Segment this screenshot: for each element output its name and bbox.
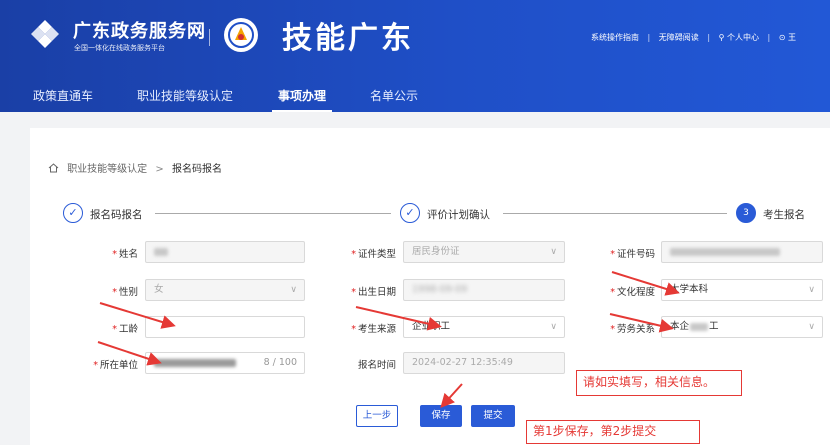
main-nav: 政策直通车 职业技能等级认定 事项办理 名单公示 bbox=[0, 78, 830, 112]
prev-step-button[interactable]: 上一步 bbox=[356, 405, 398, 427]
home-icon[interactable] bbox=[48, 163, 59, 173]
id-type-select[interactable]: 居民身份证 ∨ bbox=[403, 241, 565, 263]
step-label: 考生报名 bbox=[763, 209, 805, 221]
breadcrumb-current: 报名码报名 bbox=[171, 164, 222, 175]
step-label: 报名码报名 bbox=[90, 209, 143, 221]
char-counter: 8 / 100 bbox=[263, 357, 297, 368]
submit-button[interactable]: 提交 bbox=[471, 405, 515, 427]
step-label: 评价计划确认 bbox=[427, 209, 490, 221]
birth-date-label: * 出生日期 bbox=[351, 287, 396, 298]
gd-government-logo-icon bbox=[31, 20, 59, 48]
candidate-source-select[interactable]: 企业职工 ∨ bbox=[403, 316, 565, 338]
chevron-down-icon: ∨ bbox=[808, 285, 815, 295]
step-connector bbox=[503, 213, 727, 214]
breadcrumb: 职业技能等级认定 > 报名码报名 bbox=[48, 160, 222, 175]
link-separator: | bbox=[647, 33, 651, 42]
labor-relation-label: * 劳务关系 bbox=[610, 324, 655, 335]
name-field[interactable] bbox=[145, 241, 305, 263]
employer-input[interactable]: 8 / 100 bbox=[145, 352, 305, 374]
fill-truthfully-note: 请如实填写，相关信息。 bbox=[576, 370, 742, 396]
link-personal-center[interactable]: ⚲ 个人中心 bbox=[719, 33, 759, 42]
signup-time-label: 报名时间 bbox=[357, 360, 396, 371]
site-title[interactable]: 技能广东 bbox=[282, 13, 414, 57]
site-header: 广东政务服务网 全国一体化在线政务服务平台 技能广东 系统操作指南 | 无障碍阅… bbox=[0, 0, 830, 112]
check-icon: ✓ bbox=[400, 203, 420, 223]
seniority-label: * 工龄 bbox=[112, 324, 138, 335]
chevron-down-icon: ∨ bbox=[550, 322, 557, 332]
link-accessibility[interactable]: 无障碍阅读 bbox=[659, 33, 699, 42]
breadcrumb-parent[interactable]: 职业技能等级认定 bbox=[67, 164, 147, 175]
education-label: * 文化程度 bbox=[610, 287, 655, 298]
link-user-guide[interactable]: 系统操作指南 bbox=[591, 33, 639, 42]
gender-label: * 性别 bbox=[112, 287, 138, 298]
link-user-account[interactable]: ⊙ 王 bbox=[779, 33, 796, 42]
step-number-badge: 3 bbox=[736, 203, 756, 223]
link-separator: | bbox=[767, 33, 771, 42]
step-connector bbox=[155, 213, 391, 214]
employer-label: * 所在单位 bbox=[93, 360, 138, 371]
id-number-field[interactable] bbox=[661, 241, 823, 263]
link-separator: | bbox=[707, 33, 711, 42]
brand-subtitle: 全国一体化在线政务服务平台 bbox=[74, 44, 165, 52]
name-label: * 姓名 bbox=[112, 249, 138, 260]
gender-select[interactable]: 女 ∨ bbox=[145, 279, 305, 301]
chevron-down-icon: ∨ bbox=[290, 285, 297, 295]
seniority-input[interactable] bbox=[145, 316, 305, 338]
id-type-label: * 证件类型 bbox=[351, 249, 396, 260]
header-divider bbox=[209, 29, 210, 46]
birth-date-field[interactable]: 1998-09-09 bbox=[403, 279, 565, 301]
skills-emblem-icon bbox=[224, 18, 258, 52]
nav-item-policy[interactable]: 政策直通车 bbox=[33, 87, 93, 104]
education-select[interactable]: 大学本科 ∨ bbox=[661, 279, 823, 301]
check-icon: ✓ bbox=[63, 203, 83, 223]
nav-item-services[interactable]: 事项办理 bbox=[278, 87, 326, 104]
signup-time-field: 2024-02-27 12:35:49 bbox=[403, 352, 565, 374]
nav-active-indicator bbox=[272, 110, 332, 112]
labor-relation-select[interactable]: 本企工 ∨ bbox=[661, 316, 823, 338]
candidate-source-label: * 考生来源 bbox=[351, 324, 396, 335]
chevron-down-icon: ∨ bbox=[550, 247, 557, 257]
brand-title[interactable]: 广东政务服务网 bbox=[73, 17, 206, 43]
chevron-down-icon: ∨ bbox=[808, 322, 815, 332]
breadcrumb-separator: > bbox=[155, 164, 164, 175]
steps-hint-note: 第1步保存，第2步提交 bbox=[526, 420, 700, 444]
save-button[interactable]: 保存 bbox=[420, 405, 462, 427]
top-links: 系统操作指南 | 无障碍阅读 | ⚲ 个人中心 | ⊙ 王 bbox=[591, 32, 802, 43]
nav-item-public-list[interactable]: 名单公示 bbox=[370, 87, 418, 104]
id-number-label: * 证件号码 bbox=[610, 249, 655, 260]
nav-item-skill-certification[interactable]: 职业技能等级认定 bbox=[137, 87, 233, 104]
